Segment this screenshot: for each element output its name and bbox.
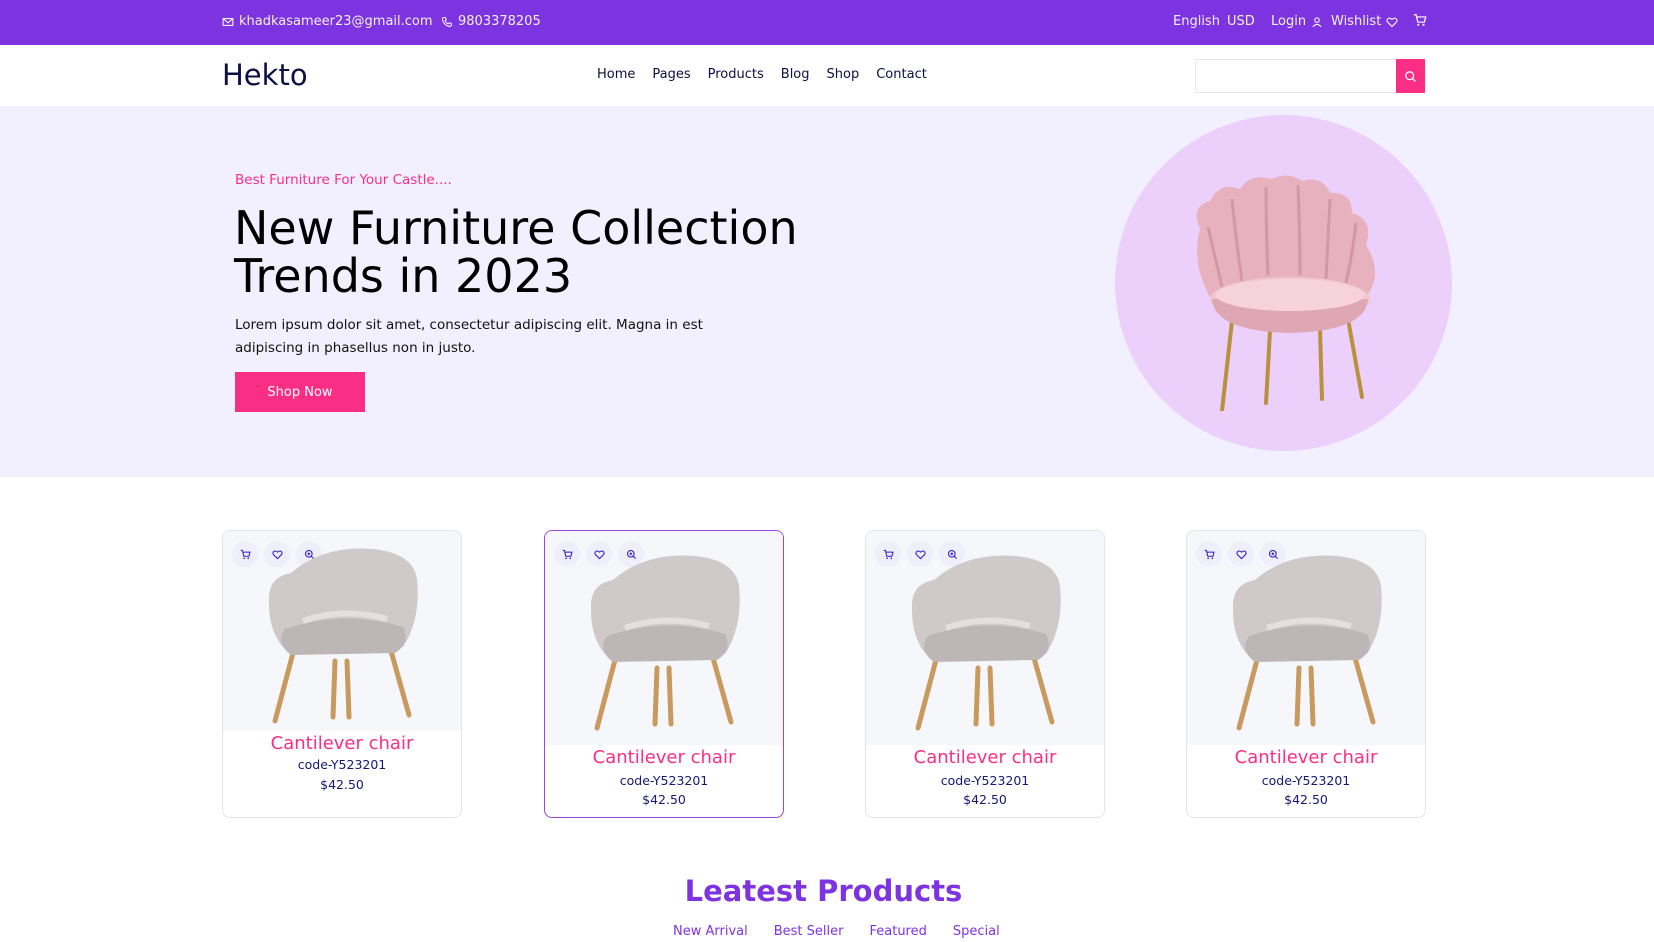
cart-icon bbox=[240, 549, 251, 559]
phone-text: 9803378205 bbox=[458, 14, 541, 29]
cart-icon bbox=[562, 549, 573, 559]
latest-products-title: Leatest Products bbox=[684, 874, 963, 908]
hero-chair-image bbox=[1196, 175, 1376, 411]
product-card[interactable]: Cantilever chair code-Y523201 $42.50 bbox=[1186, 530, 1426, 818]
product-chair-image bbox=[911, 555, 1061, 731]
nav-home[interactable]: Home bbox=[597, 67, 635, 82]
product-price: $42.50 bbox=[320, 777, 364, 792]
wishlist-label: Wishlist bbox=[1331, 14, 1382, 29]
search-button[interactable] bbox=[1396, 59, 1425, 93]
add-to-cart-button[interactable] bbox=[232, 541, 258, 567]
cart-icon bbox=[883, 549, 894, 559]
top-bar: khadkasameer23@gmail.com 9803378205 Engl… bbox=[0, 0, 1654, 45]
hero-title: New Furniture Collection Trends in 2023 bbox=[234, 201, 798, 303]
language-label: English bbox=[1173, 14, 1220, 29]
hero-subtitle: Best Furniture For Your Castle.... bbox=[235, 172, 452, 188]
tab-special[interactable]: Special bbox=[953, 924, 1000, 939]
tab-new-arrival[interactable]: New Arrival bbox=[673, 924, 748, 939]
main-header: Hekto Home Pages Products Blog Shop Cont… bbox=[0, 45, 1654, 106]
product-name[interactable]: Cantilever chair bbox=[866, 747, 1104, 768]
product-name[interactable]: Cantilever chair bbox=[223, 733, 461, 754]
search-input[interactable] bbox=[1195, 59, 1425, 93]
currency-select[interactable]: USD bbox=[1227, 14, 1255, 29]
email-contact[interactable]: khadkasameer23@gmail.com bbox=[222, 14, 433, 29]
login-link[interactable]: Login bbox=[1271, 14, 1323, 29]
email-text: khadkasameer23@gmail.com bbox=[239, 14, 433, 29]
heart-icon bbox=[1386, 17, 1398, 27]
cart-icon bbox=[1204, 549, 1215, 559]
product-name[interactable]: Cantilever chair bbox=[1187, 747, 1425, 768]
phone-icon bbox=[442, 16, 452, 27]
product-chair-image bbox=[1232, 555, 1382, 731]
user-icon bbox=[1312, 16, 1322, 27]
cart-icon bbox=[1413, 14, 1427, 26]
nav-products[interactable]: Products bbox=[708, 67, 764, 82]
logo[interactable]: Hekto bbox=[222, 58, 308, 92]
product-card[interactable]: Cantilever chair code-Y523201 $42.50 bbox=[865, 530, 1105, 818]
wishlist-link[interactable]: Wishlist bbox=[1331, 14, 1398, 29]
hero-description: Lorem ipsum dolor sit amet, consectetur … bbox=[235, 317, 703, 356]
product-card[interactable]: Cantilever chair code-Y523201 $42.50 bbox=[544, 530, 784, 818]
cart-button[interactable] bbox=[1413, 13, 1427, 27]
search-icon bbox=[1405, 70, 1416, 82]
login-label: Login bbox=[1271, 14, 1307, 29]
tab-featured[interactable]: Featured bbox=[869, 924, 926, 939]
language-select[interactable]: English bbox=[1173, 14, 1220, 29]
nav-contact[interactable]: Contact bbox=[876, 67, 927, 82]
add-to-cart-button[interactable] bbox=[554, 541, 580, 567]
mail-icon bbox=[222, 17, 234, 26]
product-code: code-Y523201 bbox=[940, 773, 1030, 788]
phone-contact[interactable]: 9803378205 bbox=[441, 14, 541, 29]
product-price: $42.50 bbox=[642, 792, 686, 807]
shop-now-button[interactable]: Shop Now bbox=[235, 372, 365, 412]
product-code: code-Y523201 bbox=[1261, 773, 1351, 788]
product-image-area bbox=[1187, 531, 1425, 745]
product-image-area bbox=[223, 531, 461, 731]
tab-best-seller[interactable]: Best Seller bbox=[774, 924, 844, 939]
product-image-area bbox=[545, 531, 783, 745]
product-chair-image bbox=[268, 548, 418, 724]
product-card[interactable]: Cantilever chair code-Y523201 $42.50 bbox=[222, 530, 462, 818]
main-nav: Home Pages Products Blog Shop Contact bbox=[597, 67, 944, 82]
product-price: $42.50 bbox=[1284, 792, 1328, 807]
product-image-area bbox=[866, 531, 1104, 745]
product-name[interactable]: Cantilever chair bbox=[545, 747, 783, 768]
add-to-cart-button[interactable] bbox=[875, 541, 901, 567]
hero-section: Best Furniture For Your Castle.... New F… bbox=[0, 106, 1654, 477]
add-to-cart-button[interactable] bbox=[1196, 541, 1222, 567]
product-chair-image bbox=[590, 555, 740, 731]
nav-blog[interactable]: Blog bbox=[781, 67, 810, 82]
product-code: code-Y523201 bbox=[297, 757, 387, 772]
nav-shop[interactable]: Shop bbox=[827, 67, 860, 82]
currency-label: USD bbox=[1227, 14, 1255, 29]
product-code: code-Y523201 bbox=[619, 773, 709, 788]
nav-pages[interactable]: Pages bbox=[652, 67, 690, 82]
latest-products-tabs: New Arrival Best Seller Featured Special bbox=[673, 924, 1026, 939]
product-price: $42.50 bbox=[963, 792, 1007, 807]
